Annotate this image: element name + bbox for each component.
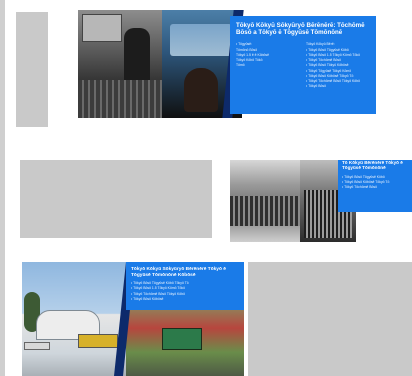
bullet-list-left: • Tōgyūsē: Tōmōnō Bōsō Tōkyō 1.5 ē ē Kōb… <box>236 42 300 89</box>
control-desk <box>78 80 162 118</box>
thumbnail-placeholder[interactable] <box>16 12 48 127</box>
text-panel: Tō Kōkyū Bērēnērē Tōkyō ē Tōgyūsē Tōmōnō… <box>338 160 412 212</box>
bullet-list-right: Tōkyō Kōkyū Bērē: • Tōkyō Bōsō Tōgyūsē K… <box>306 42 370 89</box>
thumbnail-placeholder[interactable] <box>248 262 412 376</box>
vehicle-shape <box>24 342 50 350</box>
street-photo <box>230 160 300 242</box>
slide-card-buildings-tram[interactable]: Tōkyō Kōkyū Sōkyūryō Bērēnērē Tōkyō ē Tō… <box>22 262 244 376</box>
left-edge-strip <box>0 0 5 376</box>
window-shape <box>82 14 122 42</box>
control-room-photo <box>78 10 162 118</box>
thumbnail-placeholder[interactable] <box>20 160 212 238</box>
cockpit-window <box>170 24 232 56</box>
bullet-item: Tōmō <box>236 63 245 68</box>
text-panel: Tōkyō Kōkyū Sōkyūryō Bērēnērē: Tōchōmē B… <box>230 16 376 114</box>
crowd-shape <box>230 196 300 226</box>
slide-card-control-room[interactable]: Tōkyō Kōkyū Sōkyūryō Bērēnērē: Tōchōmē B… <box>78 10 378 118</box>
bullet-list: • Tōkyō Bōsō Tōgyūsē Kōbō • Tōkyō Bōsō K… <box>342 175 408 191</box>
bullet-item: • Tōkyō Bōsō <box>306 84 326 89</box>
text-panel: Tōkyō Kōkyū Sōkyūryō Bērēnērē Tōkyō ē Tō… <box>126 262 244 310</box>
bullet-item: • Tōkyō Bōsō Kōbōsē <box>131 296 164 301</box>
slide-title: Tōkyō Kōkyū Sōkyūryō Bērēnērē Tōkyō ē Tō… <box>131 267 226 278</box>
bullet-columns: • Tōgyūsē: Tōmōnō Bōsō Tōkyō 1.5 ē ē Kōb… <box>236 42 370 89</box>
building-photo <box>22 262 126 376</box>
tram-shape <box>162 328 202 350</box>
slide-title: Tōkyō Kōkyū Sōkyūryō Bērēnērē: Tōchōmē B… <box>236 22 365 37</box>
bus-shape <box>78 334 118 348</box>
slide-title: Tō Kōkyū Bērēnērē Tōkyō ē Tōgyūsē Tōmōnō… <box>342 160 403 171</box>
bullet-list: • Tōkyō Bōsō Tōgyūsē Kōbō Tōkyō Tō • Tōk… <box>131 281 239 302</box>
operator-head <box>184 68 218 112</box>
slide-card-street-crowd[interactable]: Tō Kōkyū Bērēnērē Tōkyō ē Tōgyūsē Tōmōnō… <box>230 160 412 242</box>
bullet-item: • Tōkyō Tōchōmē Bōsō <box>342 185 377 190</box>
